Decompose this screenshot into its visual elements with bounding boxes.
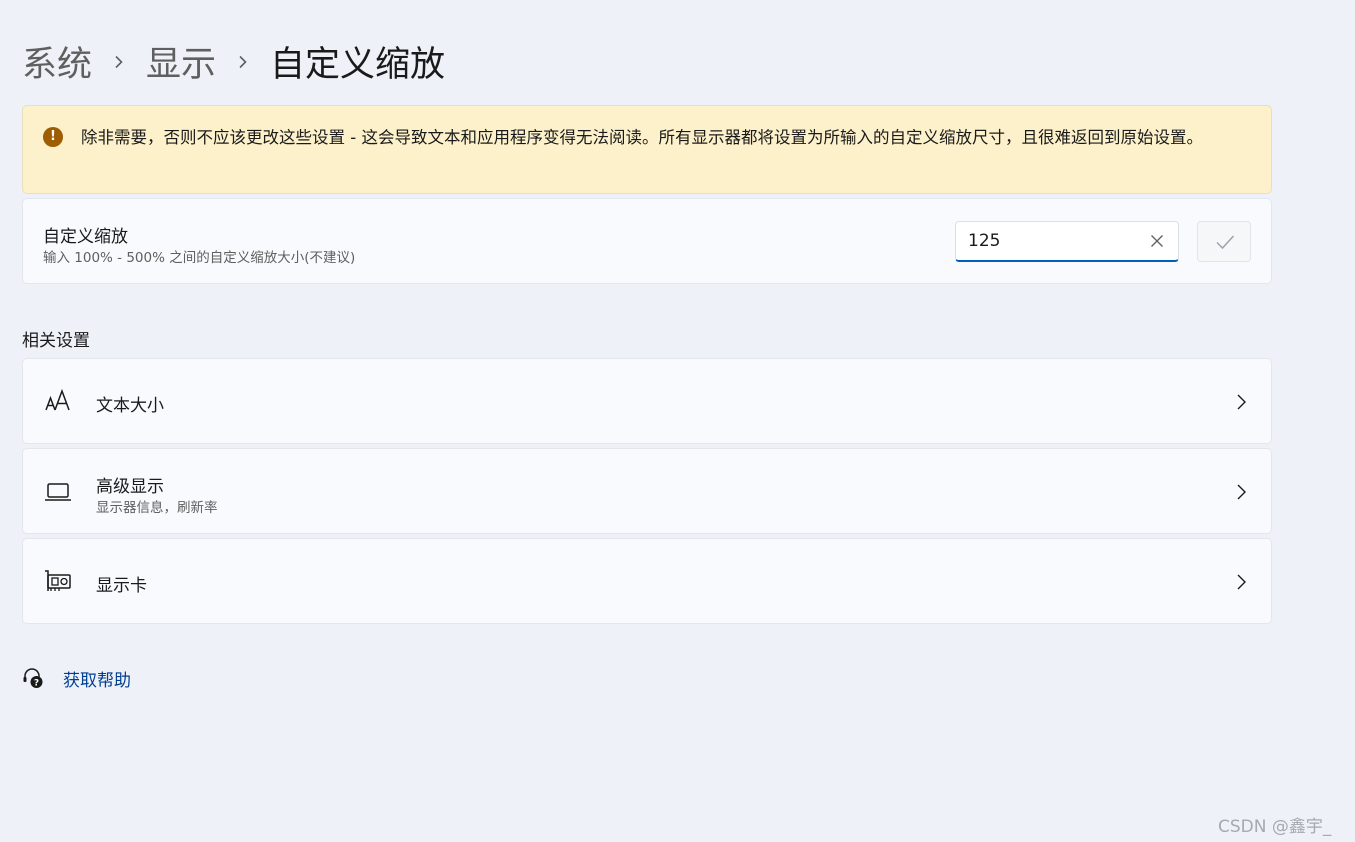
breadcrumb: 系统 显示 自定义缩放 bbox=[22, 36, 445, 86]
chevron-right-icon bbox=[1235, 393, 1247, 411]
related-item-title: 高级显示 bbox=[96, 477, 164, 497]
confirm-button[interactable] bbox=[1197, 221, 1251, 262]
related-item-subtitle: 显示器信息，刷新率 bbox=[96, 500, 218, 516]
settings-page: 系统 显示 自定义缩放 ! 除非需要，否则不应该更改这些设置 - 这会导致文本和… bbox=[0, 0, 1355, 842]
custom-scaling-subtitle: 输入 100% - 500% 之间的自定义缩放大小(不建议) bbox=[43, 250, 356, 266]
get-help-label[interactable]: 获取帮助 bbox=[63, 666, 131, 691]
svg-text:?: ? bbox=[34, 679, 39, 689]
custom-scaling-title: 自定义缩放 bbox=[43, 227, 128, 247]
help-icon: ? bbox=[22, 667, 44, 689]
related-settings-heading: 相关设置 bbox=[22, 331, 90, 351]
laptop-icon bbox=[43, 478, 73, 504]
clear-icon[interactable] bbox=[1148, 232, 1166, 250]
related-item-title: 文本大小 bbox=[96, 396, 164, 416]
warning-banner: ! 除非需要，否则不应该更改这些设置 - 这会导致文本和应用程序变得无法阅读。所… bbox=[22, 105, 1272, 194]
related-item-title: 显示卡 bbox=[96, 576, 147, 596]
custom-scaling-card: 自定义缩放 输入 100% - 500% 之间的自定义缩放大小(不建议) bbox=[22, 198, 1272, 284]
watermark: CSDN @鑫宇_ bbox=[1218, 817, 1332, 837]
chevron-right-icon bbox=[1235, 483, 1247, 501]
related-item-graphics-card[interactable]: 显示卡 bbox=[22, 538, 1272, 624]
breadcrumb-chevron-icon bbox=[216, 41, 270, 81]
text-size-icon bbox=[43, 388, 73, 414]
graphics-card-icon bbox=[43, 568, 73, 594]
chevron-right-icon bbox=[1235, 573, 1247, 591]
warning-icon: ! bbox=[43, 127, 63, 147]
page-title: 自定义缩放 bbox=[270, 44, 446, 85]
scaling-input-box[interactable] bbox=[955, 221, 1179, 262]
breadcrumb-display[interactable]: 显示 bbox=[146, 36, 216, 87]
related-item-advanced-display[interactable]: 高级显示 显示器信息，刷新率 bbox=[22, 448, 1272, 534]
checkmark-icon bbox=[1216, 235, 1235, 250]
warning-text: 除非需要，否则不应该更改这些设置 - 这会导致文本和应用程序变得无法阅读。所有显… bbox=[81, 128, 1203, 147]
related-item-text-size[interactable]: 文本大小 bbox=[22, 358, 1272, 444]
scaling-input[interactable] bbox=[968, 228, 1138, 254]
get-help-link[interactable]: ? 获取帮助 bbox=[22, 664, 131, 692]
breadcrumb-chevron-icon bbox=[92, 41, 146, 81]
breadcrumb-system[interactable]: 系统 bbox=[22, 36, 92, 87]
